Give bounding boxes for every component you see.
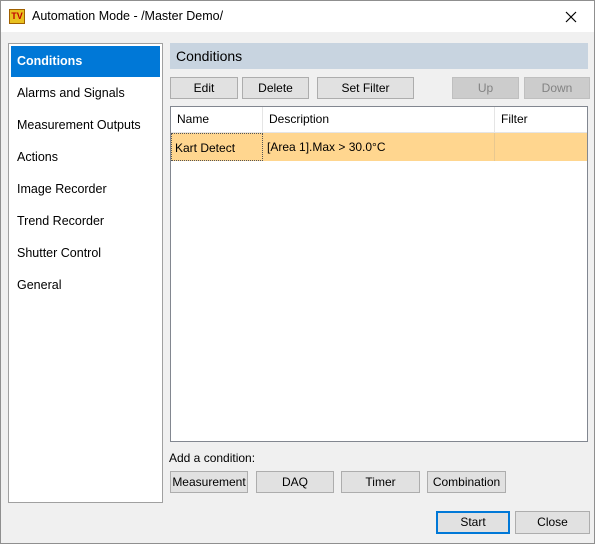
title-bar[interactable]: TV Automation Mode - /Master Demo/ bbox=[1, 1, 594, 32]
close-button[interactable]: Close bbox=[515, 511, 590, 534]
sidebar-item-measurement-outputs[interactable]: Measurement Outputs bbox=[11, 110, 160, 141]
category-sidebar: Conditions Alarms and Signals Measuremen… bbox=[8, 43, 163, 503]
column-header-name[interactable]: Name bbox=[171, 107, 263, 132]
sidebar-item-actions[interactable]: Actions bbox=[11, 142, 160, 173]
automation-mode-window: TV Automation Mode - /Master Demo/ Condi… bbox=[0, 0, 595, 544]
add-timer-button[interactable]: Timer bbox=[341, 471, 420, 493]
cell-description[interactable]: [Area 1].Max > 30.0°C bbox=[263, 133, 495, 161]
set-filter-button[interactable]: Set Filter bbox=[317, 77, 414, 99]
section-header: Conditions bbox=[170, 43, 588, 69]
sidebar-item-shutter-control[interactable]: Shutter Control bbox=[11, 238, 160, 269]
column-header-description[interactable]: Description bbox=[263, 107, 495, 132]
sidebar-item-trend-recorder[interactable]: Trend Recorder bbox=[11, 206, 160, 237]
window-close-button[interactable] bbox=[548, 1, 594, 32]
app-icon: TV bbox=[9, 9, 25, 24]
delete-button[interactable]: Delete bbox=[242, 77, 309, 99]
cell-filter[interactable] bbox=[495, 133, 587, 161]
conditions-table: Name Description Filter Kart Detect [Are… bbox=[170, 106, 588, 442]
sidebar-item-image-recorder[interactable]: Image Recorder bbox=[11, 174, 160, 205]
start-button[interactable]: Start bbox=[436, 511, 510, 534]
add-measurement-button[interactable]: Measurement bbox=[170, 471, 248, 493]
add-daq-button[interactable]: DAQ bbox=[256, 471, 334, 493]
cell-name[interactable]: Kart Detect bbox=[171, 133, 263, 161]
add-combination-button[interactable]: Combination bbox=[427, 471, 506, 493]
down-button[interactable]: Down bbox=[524, 77, 590, 99]
table-header: Name Description Filter bbox=[171, 107, 587, 133]
close-icon bbox=[565, 11, 577, 22]
table-row[interactable]: Kart Detect [Area 1].Max > 30.0°C bbox=[171, 133, 587, 161]
edit-button[interactable]: Edit bbox=[170, 77, 238, 99]
window-title: Automation Mode - /Master Demo/ bbox=[32, 9, 224, 23]
add-condition-label: Add a condition: bbox=[169, 451, 256, 465]
sidebar-item-general[interactable]: General bbox=[11, 270, 160, 301]
sidebar-item-alarms-and-signals[interactable]: Alarms and Signals bbox=[11, 78, 160, 109]
column-header-filter[interactable]: Filter bbox=[495, 107, 587, 132]
sidebar-item-conditions[interactable]: Conditions bbox=[11, 46, 160, 77]
up-button[interactable]: Up bbox=[452, 77, 519, 99]
